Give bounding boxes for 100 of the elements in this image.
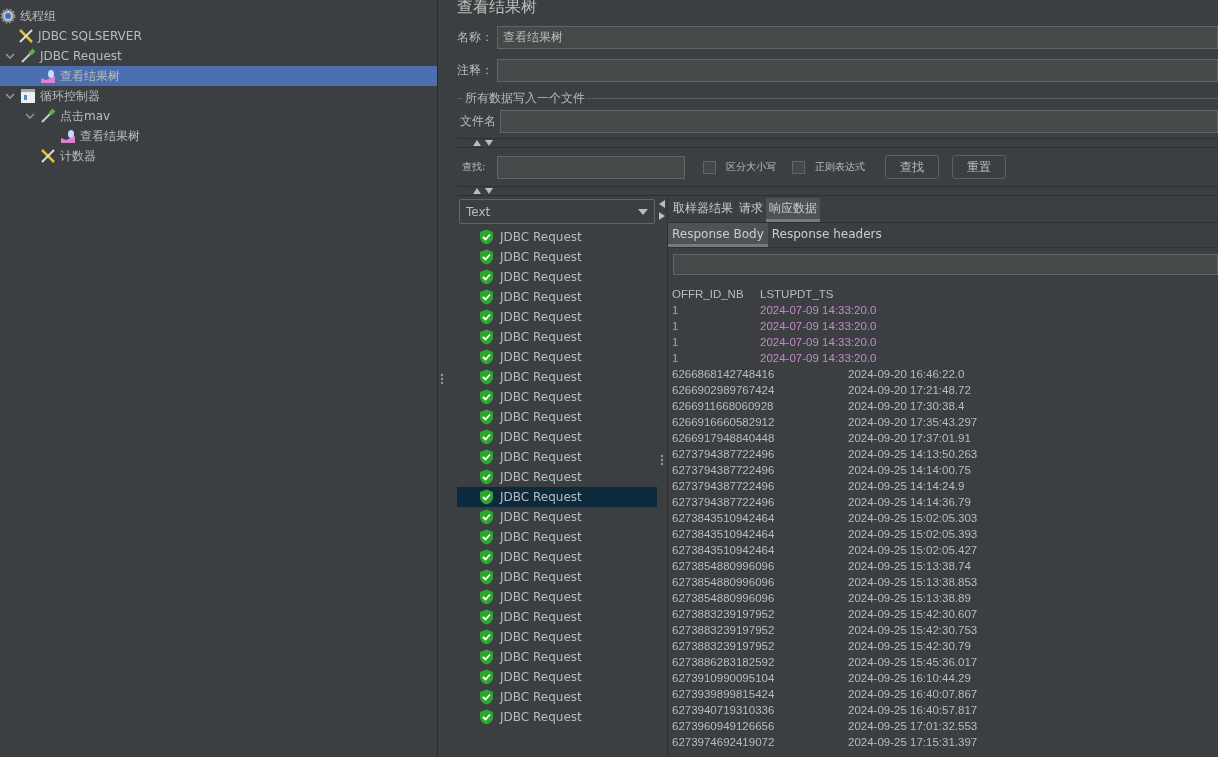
tab[interactable]: 响应数据: [766, 198, 820, 222]
sample-item[interactable]: JDBC Request: [457, 447, 657, 467]
sample-item[interactable]: JDBC Request: [457, 607, 657, 627]
shield-check-icon: [479, 689, 494, 705]
response-line: 6273794387722496 2024-09-25 14:14:00.75: [672, 463, 972, 478]
comment-field[interactable]: [497, 59, 1218, 82]
sample-item[interactable]: JDBC Request: [457, 667, 657, 687]
reset-button[interactable]: 重置: [952, 155, 1007, 179]
sample-item[interactable]: JDBC Request: [457, 347, 657, 367]
sample-item[interactable]: JDBC Request: [457, 687, 657, 707]
sample-item[interactable]: JDBC Request: [457, 627, 657, 647]
response-line: 6273883239197952 2024-09-25 15:42:30.607: [672, 607, 979, 622]
tab[interactable]: 请求: [736, 198, 766, 222]
sample-item[interactable]: JDBC Request: [457, 487, 657, 507]
sample-item[interactable]: JDBC Request: [457, 227, 657, 247]
response-line: 6273939899815424 2024-09-25 16:40:07.867: [672, 687, 979, 702]
sample-item[interactable]: JDBC Request: [457, 287, 657, 307]
filter-field[interactable]: [673, 254, 1218, 275]
window-icon: [20, 88, 36, 104]
sample-item[interactable]: JDBC Request: [457, 247, 657, 267]
tab[interactable]: Response Body: [668, 223, 768, 247]
tree-item[interactable]: 计数器: [0, 146, 437, 166]
shield-check-icon: [479, 649, 494, 665]
tree-item[interactable]: 点击mav: [0, 106, 437, 126]
response-line: 6273854880996096 2024-09-25 15:13:38.74: [672, 559, 972, 574]
shield-check-icon: [479, 409, 494, 425]
sample-item[interactable]: JDBC Request: [457, 307, 657, 327]
wrench-screwdriver-icon: [40, 148, 56, 164]
shield-check-icon: [479, 249, 494, 265]
tree-item[interactable]: JDBC Request: [0, 46, 437, 66]
tree-item[interactable]: 查看结果树: [0, 126, 437, 146]
response-line: 6273883239197952 2024-09-25 15:42:30.79: [672, 639, 972, 654]
response-line: 6273910990095104 2024-09-25 16:10:44.29: [672, 671, 972, 686]
search-button[interactable]: 查找: [885, 155, 940, 179]
response-line: 1 2024-07-09 14:33:20.0: [672, 319, 878, 334]
tree-item[interactable]: 循环控制器: [0, 86, 437, 106]
sample-item[interactable]: JDBC Request: [457, 567, 657, 587]
shield-check-icon: [479, 369, 494, 385]
sample-item[interactable]: JDBC Request: [457, 407, 657, 427]
response-line: 6266916660582912 2024-09-20 17:35:43.297: [672, 415, 979, 430]
caret-icon[interactable]: [5, 91, 15, 101]
collapse-arrows-icon[interactable]: [473, 188, 495, 194]
shield-check-icon: [479, 629, 494, 645]
search-field[interactable]: [497, 155, 686, 179]
response-line: 6273794387722496 2024-09-25 14:14:24.9: [672, 479, 966, 494]
sample-item[interactable]: JDBC Request: [457, 707, 657, 727]
shield-check-icon: [479, 549, 494, 565]
sample-item[interactable]: JDBC Request: [457, 327, 657, 347]
tree-item[interactable]: 线程组: [0, 6, 437, 26]
response-line: 1 2024-07-09 14:33:20.0: [672, 303, 878, 318]
tree-item[interactable]: JDBC SQLSERVER: [0, 26, 437, 46]
shield-check-icon: [479, 529, 494, 545]
shield-check-icon: [479, 469, 494, 485]
shield-check-icon: [479, 389, 494, 405]
sample-item[interactable]: JDBC Request: [457, 427, 657, 447]
shield-check-icon: [479, 429, 494, 445]
sample-item[interactable]: JDBC Request: [457, 267, 657, 287]
sample-item[interactable]: JDBC Request: [457, 387, 657, 407]
field-label: 名称：: [457, 29, 493, 46]
shield-check-icon: [479, 229, 494, 245]
shield-check-icon: [479, 589, 494, 605]
sample-item[interactable]: JDBC Request: [457, 647, 657, 667]
tab[interactable]: 取样器结果: [670, 198, 736, 222]
shield-check-icon: [479, 609, 494, 625]
response-line: 6273854880996096 2024-09-25 15:13:38.89: [672, 591, 972, 606]
splitter-handle[interactable]: [440, 372, 444, 385]
field-label: 文件名: [459, 113, 496, 130]
collapse-arrows-icon[interactable]: [659, 200, 665, 222]
shield-check-icon: [479, 269, 494, 285]
shield-check-icon: [479, 489, 494, 505]
splitter-handle[interactable]: [660, 453, 664, 466]
response-line: 6266902989767424 2024-09-20 17:21:48.72: [672, 383, 972, 398]
response-line: 6273883239197952 2024-09-25 15:42:30.753: [672, 623, 979, 638]
response-line: 6273940719310336 2024-09-25 16:40:57.817: [672, 703, 979, 718]
caret-icon[interactable]: [5, 51, 15, 61]
response-line: 6273843510942464 2024-09-25 15:02:05.303: [672, 511, 979, 526]
response-line: 6273960949126656 2024-09-25 17:01:32.553: [672, 719, 979, 734]
tab[interactable]: Response headers: [767, 223, 886, 247]
renderer-dropdown[interactable]: Text: [459, 199, 655, 224]
sample-item[interactable]: JDBC Request: [457, 547, 657, 567]
gear-icon: [0, 8, 16, 24]
name-field[interactable]: 查看结果树: [497, 26, 1218, 49]
collapse-arrows-icon[interactable]: [473, 140, 495, 146]
sample-item[interactable]: JDBC Request: [457, 527, 657, 547]
shield-check-icon: [479, 449, 494, 465]
sample-item[interactable]: JDBC Request: [457, 467, 657, 487]
sample-item[interactable]: JDBC Request: [457, 587, 657, 607]
checkbox[interactable]: [792, 160, 806, 174]
sample-item[interactable]: JDBC Request: [457, 507, 657, 527]
sample-item[interactable]: JDBC Request: [457, 367, 657, 387]
caret-icon[interactable]: [25, 111, 35, 121]
checkbox[interactable]: [703, 160, 717, 174]
filename-field[interactable]: [500, 110, 1218, 133]
pipette-icon: [40, 108, 56, 124]
response-line: 1 2024-07-09 14:33:20.0: [672, 351, 878, 366]
chart-icon: [60, 128, 76, 144]
wrench-screwdriver-icon: [18, 28, 34, 44]
response-line: 6273843510942464 2024-09-25 15:02:05.427: [672, 543, 979, 558]
checkbox-label: 正则表达式: [815, 160, 866, 174]
response-line: 6266868142748416 2024-09-20 16:46:22.0: [672, 367, 966, 382]
